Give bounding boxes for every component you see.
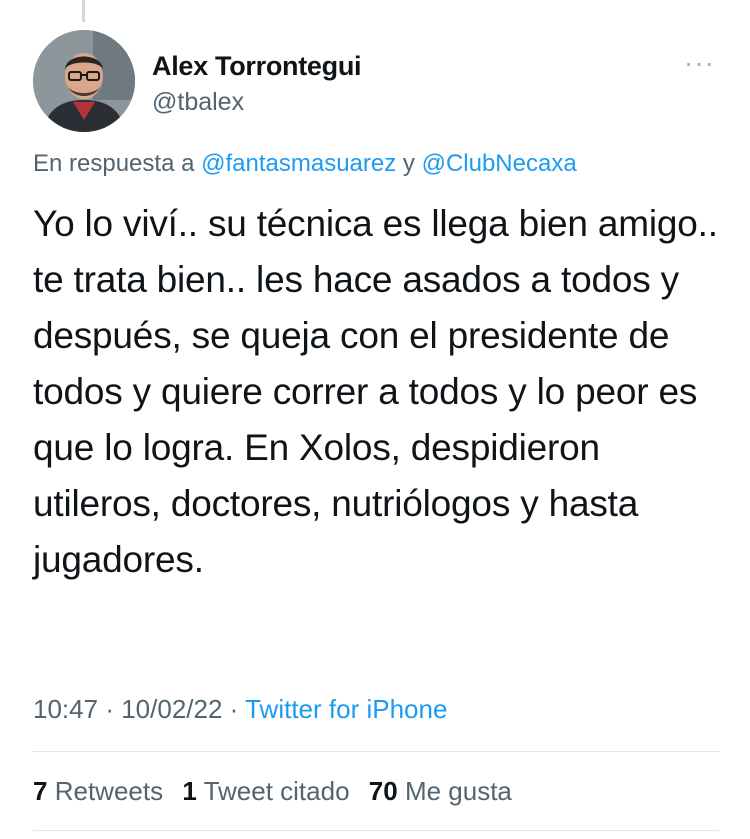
reply-prefix: En respuesta a — [33, 150, 195, 177]
likes-count: 70 — [368, 776, 398, 806]
mention-link-clubnecaxa[interactable]: @ClubNecaxa — [422, 150, 577, 177]
meta-separator: · — [105, 694, 114, 724]
tweet-time[interactable]: 10:47 — [33, 694, 98, 724]
tweet-meta: 10:47 · 10/02/22 · Twitter for iPhone — [33, 694, 447, 725]
retweets-label: Retweets — [54, 776, 164, 806]
quotes-label: Tweet citado — [203, 776, 350, 806]
tweet-text: Yo lo viví.. su técnica es llega bien am… — [33, 203, 718, 580]
thread-connector-line — [82, 0, 85, 22]
quotes-count: 1 — [182, 776, 197, 806]
reply-context: En respuesta a @fantasmasuarez y @ClubNe… — [33, 150, 577, 178]
divider — [33, 751, 719, 752]
author-name[interactable]: Alex Torrontegui — [152, 51, 362, 82]
retweets-stat[interactable]: 7 Retweets — [33, 776, 163, 806]
likes-label: Me gusta — [404, 776, 512, 806]
avatar[interactable] — [33, 30, 135, 132]
more-horizontal-icon[interactable]: ··· — [684, 49, 715, 77]
retweets-count: 7 — [33, 776, 48, 806]
tweet-stats: 7 Retweets 1 Tweet citado 70 Me gusta — [33, 776, 524, 807]
quote-tweets-stat[interactable]: 1 Tweet citado — [182, 776, 349, 806]
likes-stat[interactable]: 70 Me gusta — [369, 776, 512, 806]
tweet-date[interactable]: 10/02/22 — [121, 694, 222, 724]
tweet-source-link[interactable]: Twitter for iPhone — [245, 694, 447, 724]
divider — [33, 830, 719, 831]
avatar-image — [33, 30, 135, 132]
author-handle[interactable]: @tbalex — [152, 88, 244, 117]
meta-separator: · — [229, 694, 239, 724]
reply-conjunction: y — [402, 150, 415, 177]
mention-link-fantasmasuarez[interactable]: @fantasmasuarez — [201, 150, 396, 177]
